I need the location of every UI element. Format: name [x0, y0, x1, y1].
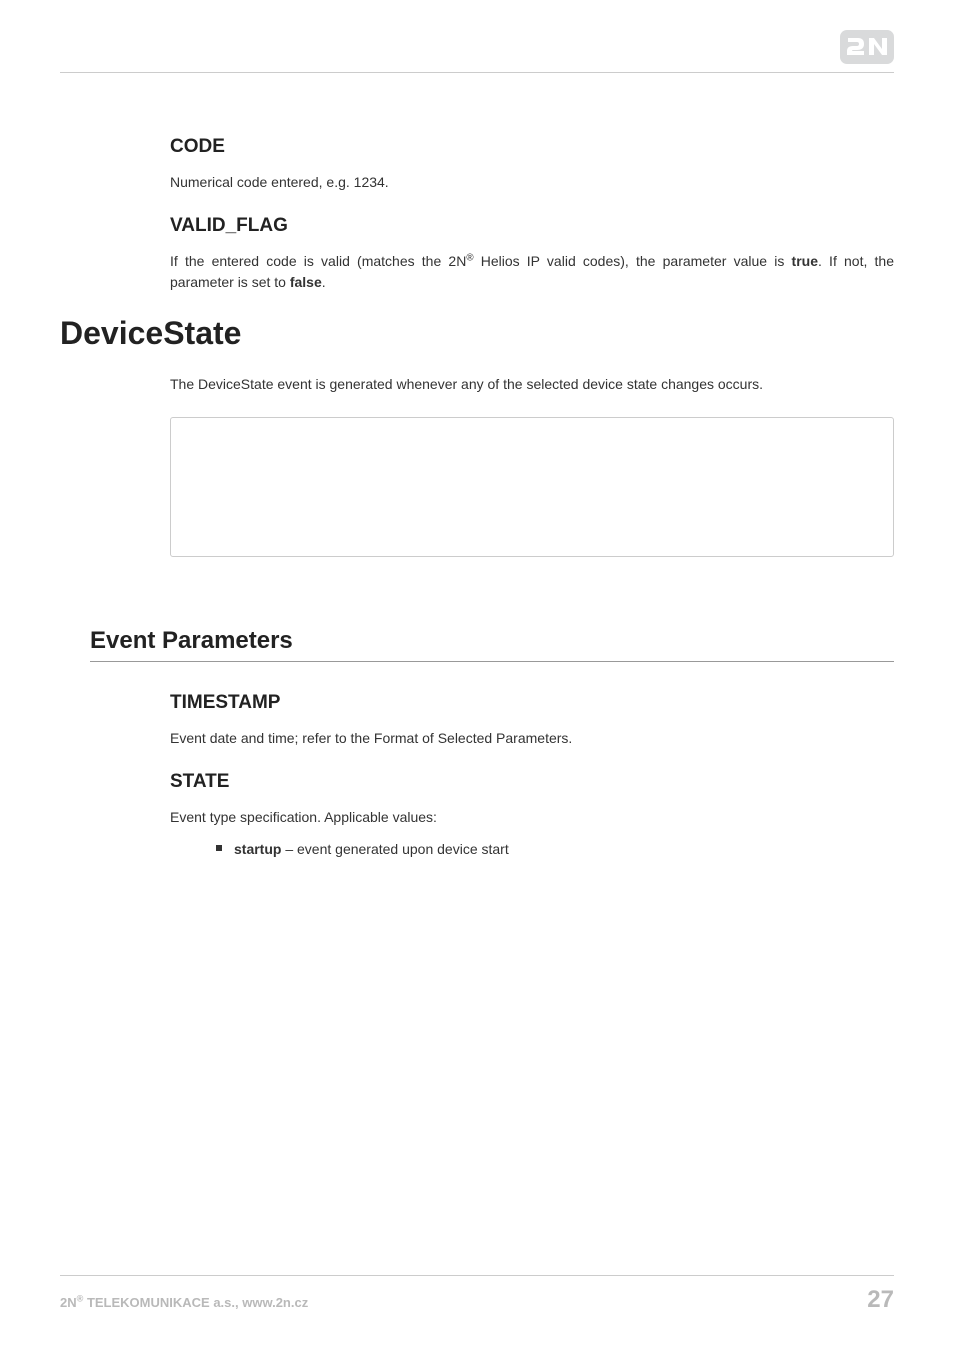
paragraph-timestamp-desc: Event date and time; refer to the Format… — [170, 728, 894, 749]
bold-true: true — [792, 253, 818, 269]
registered-mark: ® — [466, 252, 473, 263]
paragraph-valid-flag-desc: If the entered code is valid (matches th… — [170, 251, 894, 293]
heading-state: STATE — [170, 771, 894, 793]
paragraph-code-desc: Numerical code entered, e.g. 1234. — [170, 172, 894, 193]
heading-timestamp: TIMESTAMP — [170, 692, 894, 714]
heading-device-state: DeviceState — [60, 315, 894, 352]
text: If the entered code is valid (matches th… — [170, 253, 466, 269]
content-area: CODE Numerical code entered, e.g. 1234. … — [60, 130, 894, 860]
text: Helios IP valid codes), the parameter va… — [474, 253, 792, 269]
code-box-placeholder — [170, 417, 894, 557]
heading-code: CODE — [170, 136, 894, 158]
footer-company: 2N® TELEKOMUNIKACE a.s., www.2n.cz — [60, 1295, 308, 1310]
brand-logo — [840, 30, 894, 64]
bold-false: false — [290, 274, 322, 290]
list-item: startup – event generated upon device st… — [216, 838, 894, 860]
text: 2N — [60, 1295, 77, 1310]
paragraph-state-desc: Event type specification. Applicable val… — [170, 807, 894, 828]
text: – event generated upon device start — [281, 841, 508, 857]
page-number: 27 — [867, 1286, 894, 1314]
heading-valid-flag: VALID_FLAG — [170, 215, 894, 237]
text: TELEKOMUNIKACE a.s., www.2n.cz — [83, 1295, 308, 1310]
heading-event-parameters: Event Parameters — [90, 627, 894, 662]
bold-startup: startup — [234, 841, 281, 857]
paragraph-device-state-desc: The DeviceState event is generated whene… — [170, 374, 894, 395]
text: . — [322, 274, 326, 290]
page-footer: 2N® TELEKOMUNIKACE a.s., www.2n.cz 27 — [60, 1275, 894, 1314]
footer-divider — [60, 1275, 894, 1276]
brand-logo-icon — [840, 30, 894, 64]
header-divider — [60, 72, 894, 73]
page-container: CODE Numerical code entered, e.g. 1234. … — [0, 0, 954, 1350]
bullet-list-state-values: startup – event generated upon device st… — [216, 838, 894, 860]
